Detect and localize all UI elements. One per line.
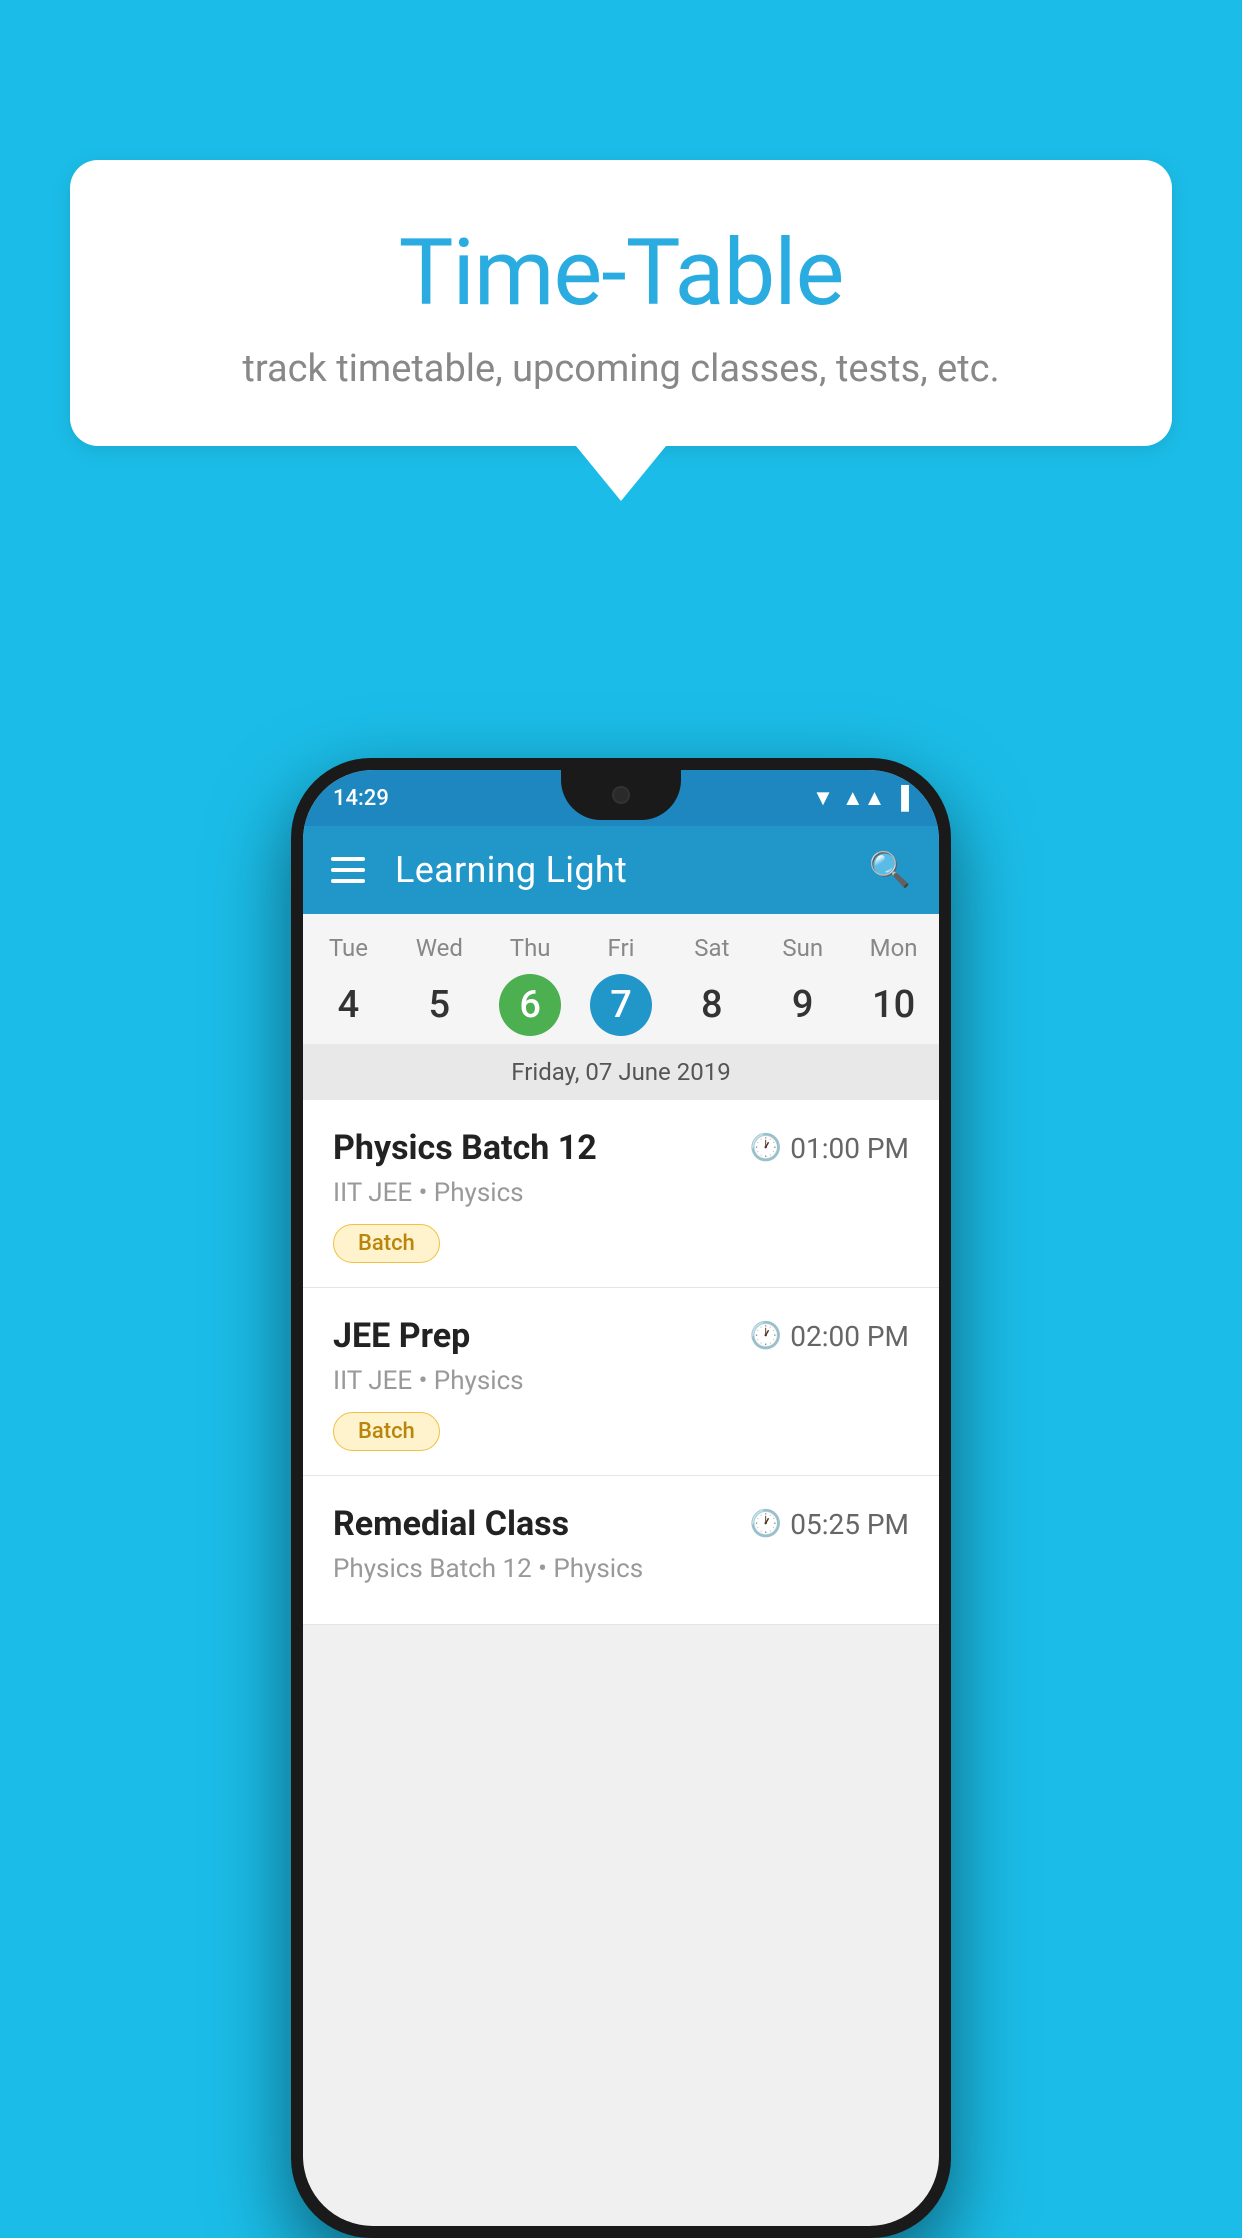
class-meta: IIT JEE • Physics [333,1178,909,1208]
day-col-sat[interactable]: Sat 8 [666,934,757,1036]
day-col-wed[interactable]: Wed 5 [394,934,485,1036]
days-row: Tue 4 Wed 5 Thu 6 Fri 7 Sat 8 Sun 9 Mon 10 [303,914,939,1044]
day-number[interactable]: 9 [772,974,834,1036]
app-bar: Learning Light 🔍 [303,826,939,914]
wifi-icon: ▼ [812,785,834,811]
day-number[interactable]: 8 [681,974,743,1036]
day-col-tue[interactable]: Tue 4 [303,934,394,1036]
day-number[interactable]: 4 [317,974,379,1036]
camera-dot [612,786,630,804]
day-number[interactable]: 5 [408,974,470,1036]
day-col-fri[interactable]: Fri 7 [576,934,667,1036]
app-title: Learning Light [395,849,869,891]
status-icons: ▼ ▲▲ ▐ [812,785,909,811]
class-meta: Physics Batch 12 • Physics [333,1554,909,1584]
day-name: Mon [848,934,939,962]
selected-date-label: Friday, 07 June 2019 [303,1044,939,1100]
day-name: Thu [485,934,576,962]
class-name: Physics Batch 12 [333,1128,597,1168]
day-col-thu[interactable]: Thu 6 [485,934,576,1036]
class-item[interactable]: Remedial Class 🕐 05:25 PM Physics Batch 12… [303,1476,939,1625]
class-time: 🕐 02:00 PM [750,1320,909,1353]
day-number[interactable]: 10 [863,974,925,1036]
day-number[interactable]: 6 [499,974,561,1036]
speech-bubble-subtitle: track timetable, upcoming classes, tests… [140,347,1102,391]
day-number[interactable]: 7 [590,974,652,1036]
speech-bubble-arrow [576,446,666,501]
phone-frame: 14:29 ▼ ▲▲ ▐ Learning Light 🔍 Tue4Wed5Th… [291,758,951,2238]
batch-badge: Batch [333,1224,440,1263]
calendar-week: Tue 4 Wed 5 Thu 6 Fri 7 Sat 8 Sun 9 Mon 10 Friday, 07… [303,914,939,1100]
clock-icon: 🕐 [750,1321,782,1351]
batch-badge: Batch [333,1412,440,1451]
day-name: Fri [576,934,667,962]
day-name: Sat [666,934,757,962]
speech-bubble-container: Time-Table track timetable, upcoming cla… [70,160,1172,501]
day-col-sun[interactable]: Sun 9 [757,934,848,1036]
hamburger-menu-icon[interactable] [331,857,365,883]
class-time: 🕐 05:25 PM [750,1508,909,1541]
battery-icon: ▐ [893,785,909,811]
search-icon[interactable]: 🔍 [869,850,911,890]
day-name: Tue [303,934,394,962]
class-meta: IIT JEE • Physics [333,1366,909,1396]
class-name: Remedial Class [333,1504,569,1544]
clock-icon: 🕐 [750,1509,782,1539]
clock-icon: 🕐 [750,1133,782,1163]
day-name: Wed [394,934,485,962]
speech-bubble-title: Time-Table [140,220,1102,327]
class-time: 🕐 01:00 PM [750,1132,909,1165]
notch [561,770,681,820]
class-name: JEE Prep [333,1316,470,1356]
speech-bubble: Time-Table track timetable, upcoming cla… [70,160,1172,446]
class-item[interactable]: JEE Prep 🕐 02:00 PM IIT JEE • Physics Batch [303,1288,939,1476]
signal-icon: ▲▲ [842,785,886,811]
class-item[interactable]: Physics Batch 12 🕐 01:00 PM IIT JEE • Phys… [303,1100,939,1288]
day-name: Sun [757,934,848,962]
day-col-mon[interactable]: Mon 10 [848,934,939,1036]
phone-screen: 14:29 ▼ ▲▲ ▐ Learning Light 🔍 Tue4Wed5Th… [303,770,939,2226]
status-time: 14:29 [333,786,389,811]
class-list: Physics Batch 12 🕐 01:00 PM IIT JEE • Phys… [303,1100,939,1625]
